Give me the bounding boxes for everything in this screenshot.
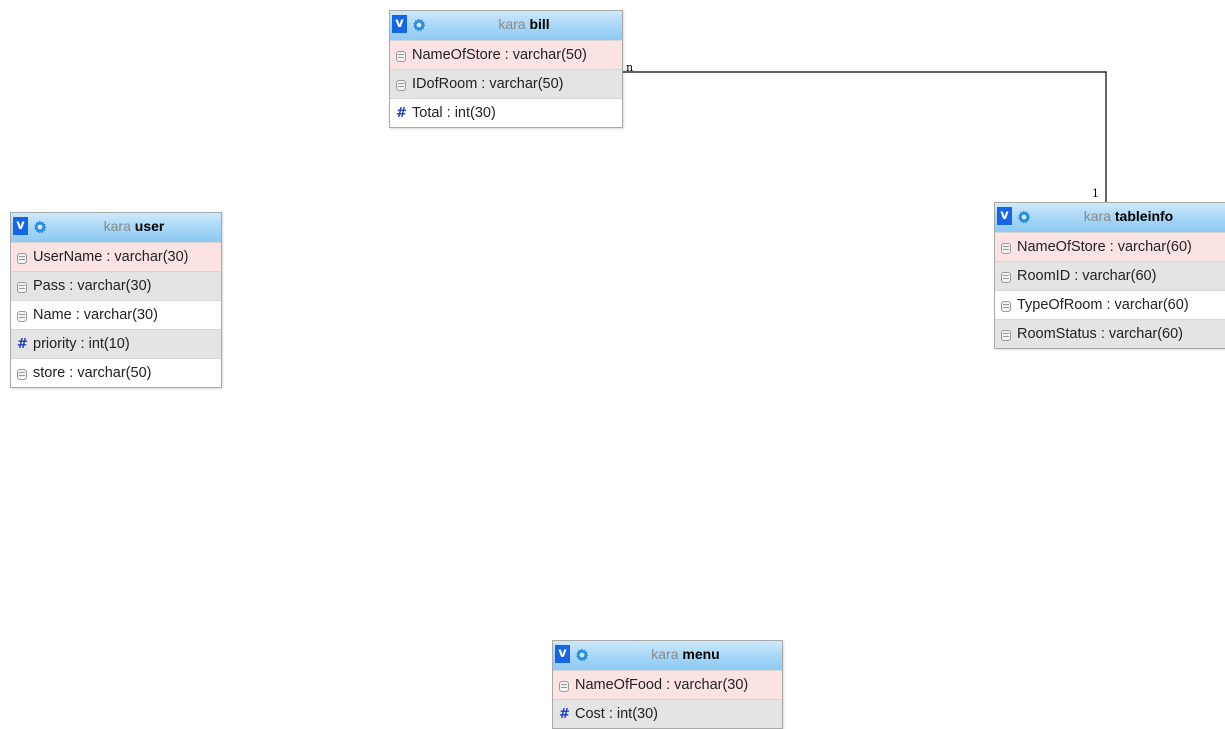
table-title: kara user [47,213,221,241]
column-row[interactable]: # Total : int(30) [390,98,622,127]
column-icon [17,253,27,264]
table-name: user [134,218,165,234]
column-row[interactable]: NameOfFood : varchar(30) [553,670,782,699]
column-icon [396,51,406,62]
column-icon [396,80,406,91]
column-row[interactable]: # Cost : int(30) [553,699,782,728]
table-user[interactable]: v kara user UserName : varchar(30) Pass … [10,212,222,388]
toggle-columns-button[interactable]: v [13,217,28,235]
column-label: TypeOfRoom : varchar(60) [1017,297,1189,313]
column-row[interactable]: NameOfStore : varchar(50) [390,40,622,69]
column-row[interactable]: # priority : int(10) [11,329,221,358]
column-icon [17,311,27,322]
table-name: bill [529,16,550,32]
column-row[interactable]: NameOfStore : varchar(60) [995,232,1225,261]
table-title: kara menu [589,641,782,669]
column-label: NameOfFood : varchar(30) [575,677,749,693]
column-row[interactable]: UserName : varchar(30) [11,242,221,271]
cardinality-one: 1 [1092,187,1099,200]
column-row[interactable]: RoomStatus : varchar(60) [995,319,1225,348]
table-header[interactable]: v kara user [11,213,221,242]
numeric-column-icon: # [396,106,407,121]
column-icon [1001,301,1011,312]
table-menu[interactable]: v kara menu NameOfFood : varchar(30) # C… [552,640,783,729]
database-name: kara [103,218,131,234]
toggle-columns-button[interactable]: v [392,15,407,33]
table-name: menu [682,646,720,662]
gear-icon[interactable] [33,220,47,234]
gear-icon[interactable] [575,648,589,662]
column-label: Cost : int(30) [575,706,658,722]
toggle-columns-button[interactable]: v [997,207,1012,225]
toggle-columns-button[interactable]: v [555,645,570,663]
column-row[interactable]: RoomID : varchar(60) [995,261,1225,290]
column-row[interactable]: Pass : varchar(30) [11,271,221,300]
column-row[interactable]: Name : varchar(30) [11,300,221,329]
column-label: NameOfStore : varchar(60) [1017,239,1192,255]
table-header[interactable]: v kara bill [390,11,622,40]
column-row[interactable]: store : varchar(50) [11,358,221,387]
column-label: Pass : varchar(30) [33,278,152,294]
cardinality-many: n [626,61,633,74]
column-icon [17,282,27,293]
column-icon [17,369,27,380]
column-icon [1001,272,1011,283]
column-icon [1001,243,1011,254]
column-row[interactable]: TypeOfRoom : varchar(60) [995,290,1225,319]
column-label: priority : int(10) [33,336,130,352]
column-label: Total : int(30) [412,105,496,121]
database-name: kara [498,16,526,32]
column-label: IDofRoom : varchar(50) [412,76,564,92]
table-tableinfo[interactable]: v kara tableinfo NameOfStore : varchar(6… [994,202,1225,349]
table-header[interactable]: v kara tableinfo [995,203,1225,232]
gear-icon[interactable] [412,18,426,32]
column-label: RoomID : varchar(60) [1017,268,1157,284]
table-title: kara bill [426,11,622,39]
table-header[interactable]: v kara menu [553,641,782,670]
column-label: UserName : varchar(30) [33,249,189,265]
column-row[interactable]: IDofRoom : varchar(50) [390,69,622,98]
numeric-column-icon: # [559,707,570,722]
column-label: store : varchar(50) [33,365,152,381]
column-icon [1001,330,1011,341]
table-name: tableinfo [1114,208,1174,224]
numeric-column-icon: # [17,337,28,352]
column-label: RoomStatus : varchar(60) [1017,326,1184,342]
column-icon [559,681,569,692]
column-label: Name : varchar(30) [33,307,158,323]
gear-icon[interactable] [1017,210,1031,224]
table-title: kara tableinfo [1031,203,1225,231]
column-label: NameOfStore : varchar(50) [412,47,587,63]
database-name: kara [1083,208,1111,224]
relation-line-bill-tableinfo [622,71,1107,202]
table-bill[interactable]: v kara bill NameOfStore : varchar(50) ID… [389,10,623,128]
database-name: kara [651,646,679,662]
